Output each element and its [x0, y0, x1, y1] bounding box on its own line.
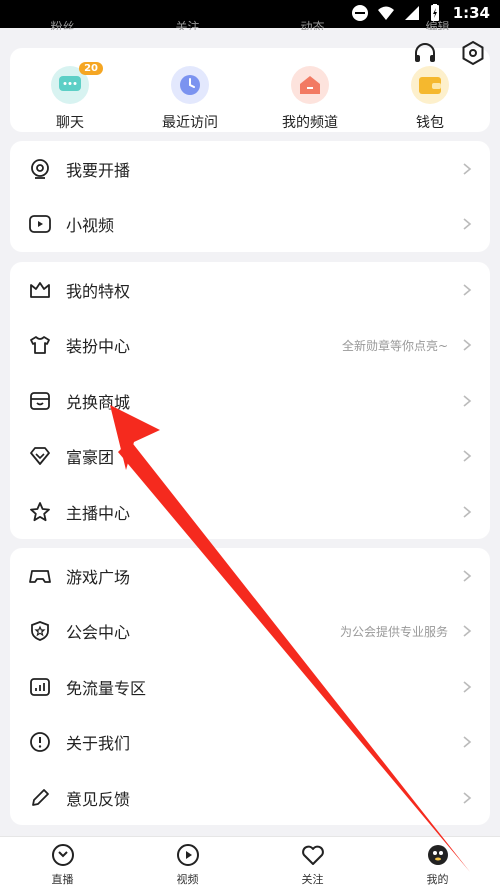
quick-wallet[interactable]: 钱包	[380, 66, 480, 132]
quick-recent-label: 最近访问	[162, 115, 218, 131]
chat-icon	[59, 76, 81, 91]
shield-star-icon	[31, 621, 49, 642]
chevron-right-icon	[463, 450, 472, 462]
tab-label: 我的	[426, 873, 449, 886]
menu-label: 游戏广场	[66, 567, 131, 587]
menu-label: 富豪团	[66, 448, 115, 468]
menu-item-exchange-store[interactable]: 兑换商城	[10, 373, 490, 429]
profile-stats: 粉丝 关注 动态 编辑	[0, 16, 500, 30]
quick-chat-label: 聊天	[56, 115, 84, 131]
bottom-tab-bar: 直播 视频 关注 我的	[0, 836, 500, 889]
stat-follow[interactable]: 关注	[175, 18, 199, 30]
menu-item-short-video[interactable]: 小视频	[10, 197, 490, 253]
stat-edit[interactable]: 编辑	[425, 18, 449, 30]
menu-item-anchor-center[interactable]: 主播中心	[10, 484, 490, 540]
menu-section-benefits: 我的特权 装扮中心 全新勋章等你点亮~ 兑换商城 富豪团 主播中心	[10, 262, 490, 539]
tab-label: 关注	[301, 873, 324, 886]
menu-label: 兑换商城	[66, 392, 131, 412]
video-icon	[29, 215, 51, 234]
stat-fans[interactable]: 粉丝	[50, 18, 74, 30]
live-tab-icon	[51, 844, 74, 866]
chevron-right-icon	[463, 395, 472, 407]
chevron-right-icon	[463, 506, 472, 518]
menu-item-rich-club[interactable]: 富豪团	[10, 429, 490, 485]
video-tab-icon	[176, 844, 199, 866]
menu-label: 免流量专区	[66, 678, 147, 698]
menu-item-guild-center[interactable]: 公会中心 为公会提供专业服务	[10, 604, 490, 660]
menu-section-live: 我要开播 小视频	[10, 141, 490, 252]
chevron-right-icon	[463, 570, 472, 582]
menu-item-dressup[interactable]: 装扮中心 全新勋章等你点亮~	[10, 318, 490, 374]
quick-channel[interactable]: 我的频道	[260, 66, 360, 132]
menu-item-go-live[interactable]: 我要开播	[10, 141, 490, 197]
menu-label: 我要开播	[66, 160, 131, 180]
settings-icon[interactable]	[460, 40, 486, 66]
chevron-right-icon	[463, 218, 472, 230]
crown-icon	[30, 281, 50, 298]
menu-label: 关于我们	[66, 734, 131, 754]
quick-chat[interactable]: 20 聊天	[20, 62, 120, 132]
menu-desc: 全新勋章等你点亮~	[341, 338, 448, 353]
menu-label: 装扮中心	[66, 337, 131, 357]
chevron-right-icon	[463, 163, 472, 175]
mine-tab-icon	[427, 845, 448, 865]
menu-section-more: 游戏广场 公会中心 为公会提供专业服务 免流量专区 关于我们 意见反馈	[10, 548, 490, 825]
quick-wallet-label: 钱包	[416, 115, 444, 131]
chevron-right-icon	[463, 625, 472, 637]
menu-item-privilege[interactable]: 我的特权	[10, 262, 490, 318]
menu-label: 意见反馈	[66, 789, 131, 809]
chevron-right-icon	[463, 681, 472, 693]
quick-recent[interactable]: 最近访问	[140, 66, 240, 132]
menu-desc: 为公会提供专业服务	[339, 624, 448, 639]
pen-icon	[32, 788, 49, 806]
chevron-right-icon	[463, 284, 472, 296]
tab-mine[interactable]: 我的	[388, 837, 488, 889]
home-icon	[300, 76, 320, 94]
menu-label: 公会中心	[66, 623, 131, 643]
menu-item-data-free[interactable]: 免流量专区	[10, 659, 490, 715]
gamepad-icon	[29, 569, 51, 583]
shirt-icon	[30, 336, 50, 355]
quick-channel-label: 我的频道	[282, 115, 338, 131]
tab-follow[interactable]: 关注	[263, 837, 363, 889]
chat-badge: 20	[79, 62, 103, 75]
info-icon	[30, 732, 50, 753]
tab-video[interactable]: 视频	[138, 837, 238, 889]
menu-label: 小视频	[66, 216, 115, 236]
clock-icon	[180, 75, 200, 95]
menu-label: 主播中心	[66, 503, 131, 523]
chevron-right-icon	[463, 792, 472, 804]
headphones-icon[interactable]	[412, 40, 438, 66]
wallet-icon	[419, 77, 441, 94]
menu-item-game-plaza[interactable]: 游戏广场	[10, 548, 490, 604]
chevron-right-icon	[463, 736, 472, 748]
live-camera-icon	[31, 158, 49, 179]
header-actions	[412, 40, 486, 66]
data-free-icon	[30, 677, 50, 696]
stat-posts[interactable]: 动态	[300, 18, 324, 30]
tab-label: 视频	[176, 873, 199, 886]
store-icon	[30, 391, 50, 410]
diamond-icon	[30, 447, 50, 466]
menu-item-feedback[interactable]: 意见反馈	[10, 770, 490, 826]
tab-label: 直播	[51, 873, 74, 886]
menu-item-about-us[interactable]: 关于我们	[10, 715, 490, 771]
star-icon	[30, 501, 50, 521]
menu-label: 我的特权	[66, 281, 131, 301]
heart-tab-icon	[301, 845, 324, 865]
chevron-right-icon	[463, 339, 472, 351]
tab-live[interactable]: 直播	[13, 837, 113, 889]
